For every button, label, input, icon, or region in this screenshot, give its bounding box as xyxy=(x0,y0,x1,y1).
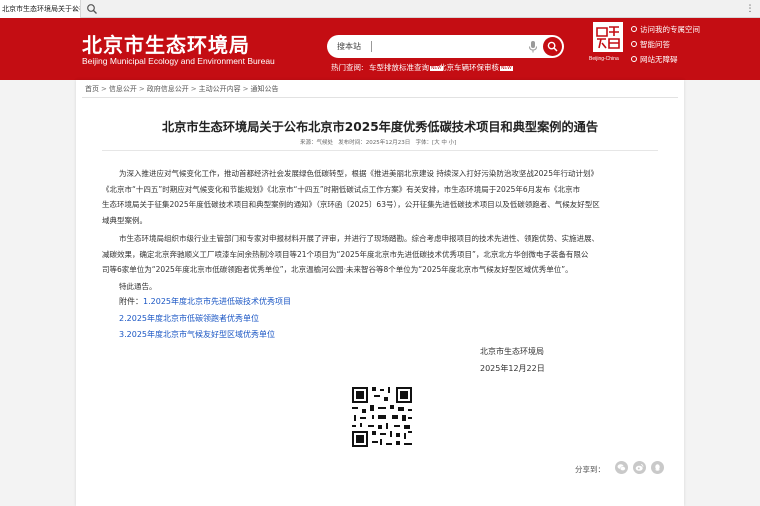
paragraph-line: 生态环境局关于征集2025年度低碳技术项目和典型案例的通知》（京环函〔2025〕… xyxy=(102,200,600,210)
breadcrumb-separator: > xyxy=(138,85,145,93)
breadcrumb-gov-info[interactable]: 政府信息公开 xyxy=(147,85,189,93)
breadcrumb-notices[interactable]: 通知公告 xyxy=(251,85,279,93)
page-gutter-right xyxy=(684,80,760,506)
breadcrumb-separator: > xyxy=(101,85,107,93)
search-divider xyxy=(371,41,372,52)
article-title: 北京市生态环境局关于公布北京市2025年度优秀低碳技术项目和典型案例的通告 xyxy=(161,120,599,134)
hot-search-label: 热门查阅: xyxy=(331,63,364,72)
qr-code-image xyxy=(350,385,414,449)
attachment-link-1[interactable]: 1.2025年度北京市先进低碳技术优秀项目 xyxy=(143,297,291,306)
header-link-accessibility[interactable]: 网站无障碍 xyxy=(630,54,678,65)
meta-date: 发布时间：2025年12月23日 xyxy=(338,140,411,146)
chat-icon xyxy=(631,41,637,47)
paragraph-line: 为深入推进应对气候变化工作，推动首都经济社会发展绿色低碳转型，根据《推进美丽北京… xyxy=(119,169,598,178)
search-icon xyxy=(547,41,558,52)
wechat-icon xyxy=(617,464,626,471)
header-link-personal-space[interactable]: 访问我的专属空间 xyxy=(630,24,700,35)
search-button[interactable] xyxy=(543,37,562,56)
new-badge: NEW xyxy=(500,65,513,71)
qq-share-icon[interactable] xyxy=(651,461,664,474)
header-link-smart-qa[interactable]: 智能问答 xyxy=(630,39,670,50)
hot-link-vehicle-review[interactable]: 北京车辆环保审核 NEW xyxy=(439,62,513,73)
hot-link-emission-standard[interactable]: 车型排放标准查询 NEW xyxy=(369,62,443,73)
user-icon xyxy=(631,26,637,32)
capital-logo[interactable] xyxy=(593,22,623,52)
paragraph-line: 减碳效果，确定北京奔驰顺义工厂喷漆车间余热制冷项目等21个项目为“2025年度北… xyxy=(102,249,589,259)
breadcrumb: 首页 > 信息公开 > 政府信息公开 > 主动公开内容 > 通知公告 xyxy=(85,84,279,94)
meta-font-label: 字体： xyxy=(415,140,433,146)
weibo-icon xyxy=(635,464,644,471)
breadcrumb-active-disclosure[interactable]: 主动公开内容 xyxy=(199,85,241,93)
site-title[interactable]: 北京市生态环境局 xyxy=(82,29,250,58)
article-paragraph-3: 特此通告。 xyxy=(119,282,157,291)
attachment-3: 3.2025年度北京市气候友好型区域优秀单位 xyxy=(119,329,275,340)
signature-org: 北京市生态环境局 xyxy=(480,347,544,356)
capital-seal-icon xyxy=(595,24,621,50)
meta-source: 来源：气候处 xyxy=(300,140,334,146)
search-scope-label[interactable]: 搜本站 xyxy=(337,35,361,58)
font-size-switcher[interactable]: [大 中 小] xyxy=(432,140,456,146)
paragraph-line: 《北京市“十四五”时期应对气候变化和节能规划》《北京市“十四五”时期低碳试点工作… xyxy=(102,184,581,194)
weibo-share-icon[interactable] xyxy=(633,461,646,474)
paragraph-line: 市生态环境局组织市级行业主管部门和专家对申报材料开展了评审，并进行了现场踏勘。综… xyxy=(119,234,599,243)
signature-date: 2025年12月22日 xyxy=(480,364,545,373)
qq-icon xyxy=(654,464,661,471)
attachment-2: 2.2025年度北京市低碳领跑者优秀单位 xyxy=(119,313,259,324)
attachment-link-2[interactable]: 2.2025年度北京市低碳领跑者优秀单位 xyxy=(119,314,259,323)
site-subtitle: Beijing Municipal Ecology and Environmen… xyxy=(82,56,275,66)
tab-close-icon[interactable]: × xyxy=(70,0,80,18)
attachment-link-3[interactable]: 3.2025年度北京市气候友好型区域优秀单位 xyxy=(119,330,275,339)
paragraph-line: 司等6家单位为“2025年度北京市低碳领跑者优秀单位”，北京温榆河公园·未来智谷… xyxy=(102,265,573,275)
meta-divider xyxy=(102,150,658,151)
site-header: 北京市生态环境局 Beijing Municipal Ecology and E… xyxy=(0,18,760,80)
microphone-icon[interactable] xyxy=(527,40,539,53)
breadcrumb-divider xyxy=(82,97,678,98)
browser-tab[interactable]: 北京市生态环境局关于公布北京... × xyxy=(0,0,81,18)
browser-tab-bar: 北京市生态环境局关于公布北京... × ⋮ xyxy=(0,0,760,18)
breadcrumb-home[interactable]: 首页 xyxy=(85,85,99,93)
logo-caption: Beijing-China xyxy=(589,56,619,62)
paragraph-line: 域典型案例。 xyxy=(102,216,147,226)
article-meta: 来源：气候处 发布时间：2025年12月23日 字体：[大 中 小] xyxy=(300,138,456,146)
attachment-1: 附件：1.2025年度北京市先进低碳技术优秀项目 xyxy=(119,296,291,307)
wechat-share-icon[interactable] xyxy=(615,461,628,474)
breadcrumb-info-disclosure[interactable]: 信息公开 xyxy=(109,85,137,93)
breadcrumb-separator: > xyxy=(242,85,249,93)
accessibility-icon xyxy=(631,56,637,62)
breadcrumb-separator: > xyxy=(190,85,197,93)
article-paragraph-2: 市生态环境局组织市级行业主管部门和专家对申报材料开展了评审，并进行了现场踏勘。综… xyxy=(102,231,658,278)
browser-menu-icon[interactable]: ⋮ xyxy=(743,2,757,16)
share-label: 分享到： xyxy=(575,465,605,474)
page-gutter-left xyxy=(0,80,76,506)
article-paragraph-1: 为深入推进应对气候变化工作，推动首都经济社会发展绿色低碳转型，根据《推进美丽北京… xyxy=(102,166,658,229)
attachment-prefix: 附件： xyxy=(119,297,143,306)
tab-search-icon[interactable] xyxy=(86,3,98,15)
search-box: 搜本站 xyxy=(327,35,564,58)
